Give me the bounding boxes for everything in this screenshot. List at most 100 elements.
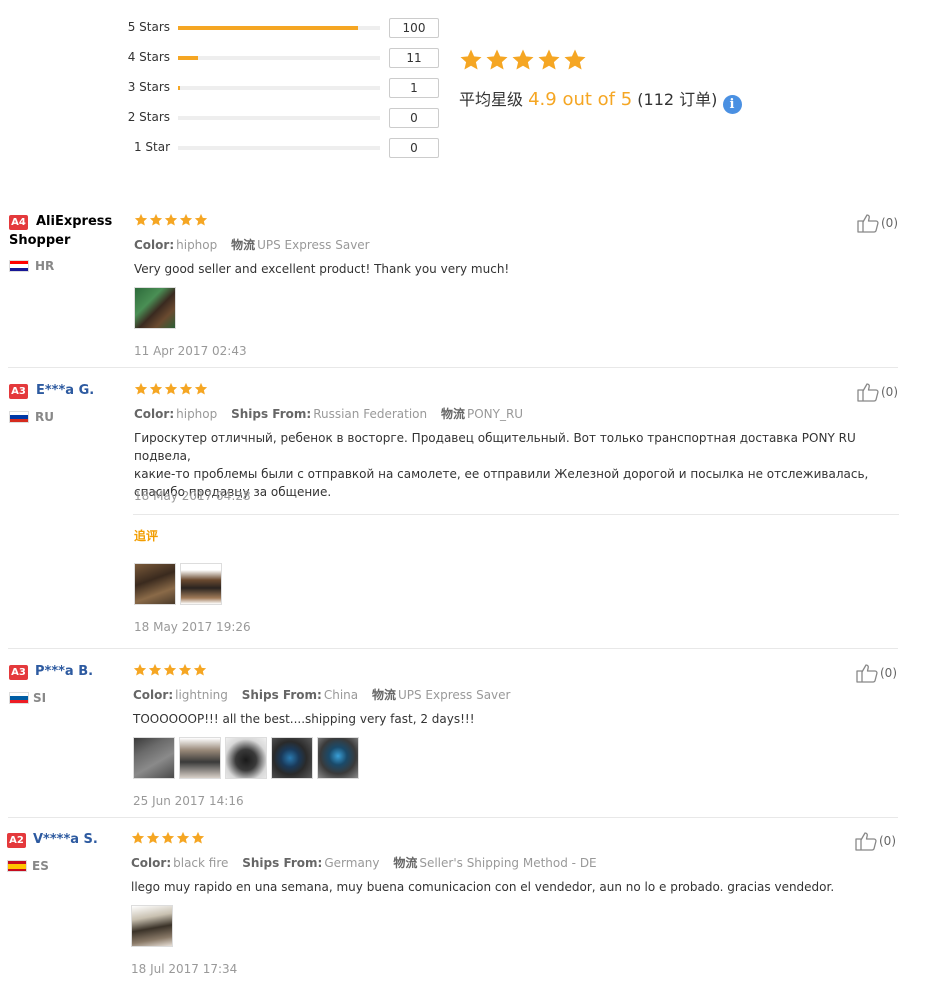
histogram-count[interactable]: 11 bbox=[389, 48, 439, 68]
helpful-count: (0) bbox=[881, 385, 898, 399]
helpful-button[interactable]: (0) bbox=[857, 382, 898, 402]
review-photo[interactable] bbox=[179, 737, 221, 779]
review-stars bbox=[134, 382, 208, 396]
review-photo[interactable] bbox=[225, 737, 267, 779]
buyer-level-badge: A2 bbox=[7, 833, 26, 848]
review-stars bbox=[131, 831, 205, 845]
meta-value: hiphop bbox=[176, 238, 218, 252]
helpful-button[interactable]: (0) bbox=[855, 831, 896, 851]
reviewer-name[interactable]: AliExpress Shopper bbox=[9, 212, 127, 250]
review-photo[interactable] bbox=[317, 737, 359, 779]
meta-value: lightning bbox=[175, 688, 228, 702]
meta-label: Ships From: bbox=[231, 407, 312, 421]
reviewer-name[interactable]: E***a G. bbox=[36, 381, 94, 400]
helpful-count: (0) bbox=[880, 666, 897, 680]
review-meta: Color: hiphop Ships From: Russian Federati… bbox=[134, 405, 523, 422]
star-icon bbox=[149, 382, 163, 396]
histogram-label: 4 Stars bbox=[127, 50, 170, 64]
meta-label: Ships From: bbox=[242, 856, 323, 870]
reviewer-name[interactable]: P***a B. bbox=[35, 662, 93, 681]
star-icon bbox=[148, 663, 162, 677]
histogram-count[interactable]: 100 bbox=[389, 18, 439, 38]
meta-value: UPS Express Saver bbox=[257, 238, 370, 252]
star-icon bbox=[511, 48, 535, 72]
order-count: (112 订单) bbox=[637, 90, 718, 109]
review-stars bbox=[134, 213, 208, 227]
review-date: 25 Jun 2017 14:16 bbox=[133, 794, 244, 808]
histogram-row-1: 1 Star 0 bbox=[0, 138, 450, 158]
meta-value: Seller's Shipping Method - DE bbox=[419, 856, 597, 870]
reviewer-country: SI bbox=[33, 691, 47, 705]
followup-date: 18 May 2017 19:26 bbox=[134, 620, 251, 634]
meta-label: 物流 bbox=[440, 407, 465, 421]
flag-icon-es bbox=[7, 860, 27, 872]
histogram-row-2: 2 Stars 0 bbox=[0, 108, 450, 128]
star-icon bbox=[149, 213, 163, 227]
flag-icon-ru bbox=[9, 411, 29, 423]
star-icon bbox=[179, 382, 193, 396]
review-stars bbox=[133, 663, 207, 677]
star-icon bbox=[485, 48, 509, 72]
average-rating-prefix: 平均星级 bbox=[459, 90, 524, 109]
review-divider bbox=[8, 367, 898, 368]
histogram-label: 2 Stars bbox=[127, 110, 170, 124]
review-photo[interactable] bbox=[133, 737, 175, 779]
histogram-count[interactable]: 0 bbox=[389, 138, 439, 158]
star-icon bbox=[163, 663, 177, 677]
reviewer-country: RU bbox=[35, 410, 54, 424]
star-icon bbox=[563, 48, 587, 72]
reviewer-country: HR bbox=[35, 259, 55, 273]
star-icon bbox=[176, 831, 190, 845]
meta-value: Russian Federation bbox=[313, 407, 428, 421]
helpful-button[interactable]: (0) bbox=[856, 663, 897, 683]
star-icon bbox=[537, 48, 561, 72]
star-icon bbox=[178, 663, 192, 677]
star-icon bbox=[194, 213, 208, 227]
review-photo[interactable] bbox=[134, 287, 176, 329]
thumbs-up-icon bbox=[856, 663, 878, 683]
review-text-line: Гироскутер отличный, ребенок в восторге.… bbox=[134, 431, 856, 463]
star-icon bbox=[191, 831, 205, 845]
average-rating: 平均星级 4.9 out of 5 (112 订单) i bbox=[459, 86, 742, 114]
meta-label: Color: bbox=[133, 688, 174, 702]
review-text: llego muy rapido en una semana, muy buen… bbox=[131, 880, 835, 894]
review-meta: Color: black fire Ships From: Germany 物流 Se… bbox=[131, 854, 597, 871]
flag-icon-hr bbox=[9, 260, 29, 272]
histogram-label: 3 Stars bbox=[127, 80, 170, 94]
meta-label: 物流 bbox=[231, 238, 256, 252]
histogram-label: 1 Star bbox=[133, 140, 170, 154]
histogram-bar bbox=[178, 116, 380, 120]
star-icon bbox=[134, 382, 148, 396]
meta-value: hiphop bbox=[176, 407, 218, 421]
star-icon bbox=[164, 382, 178, 396]
star-icon bbox=[131, 831, 145, 845]
reviewer-name[interactable]: V****a S. bbox=[33, 830, 98, 849]
helpful-count: (0) bbox=[879, 834, 896, 848]
review-photo[interactable] bbox=[180, 563, 222, 605]
review-photo[interactable] bbox=[131, 905, 173, 947]
histogram-label: 5 Stars bbox=[127, 20, 170, 34]
meta-label: 物流 bbox=[393, 856, 418, 870]
info-icon[interactable]: i bbox=[722, 95, 742, 114]
review-date: 18 May 2017 04:28 bbox=[134, 489, 251, 503]
review-photo[interactable] bbox=[271, 737, 313, 779]
buyer-level-badge: A3 bbox=[9, 665, 28, 680]
histogram-count[interactable]: 1 bbox=[389, 78, 439, 98]
histogram-bar bbox=[178, 56, 380, 60]
histogram-row-3: 3 Stars 1 bbox=[0, 78, 450, 98]
star-icon bbox=[459, 48, 483, 72]
helpful-count: (0) bbox=[881, 216, 898, 230]
histogram-count[interactable]: 0 bbox=[389, 108, 439, 128]
star-icon bbox=[146, 831, 160, 845]
review-date: 18 Jul 2017 17:34 bbox=[131, 962, 238, 976]
reviewer-country: ES bbox=[32, 859, 49, 873]
review-date: 11 Apr 2017 02:43 bbox=[134, 344, 247, 358]
flag-icon-si bbox=[9, 692, 29, 704]
thumbs-up-icon bbox=[857, 382, 879, 402]
histogram-bar bbox=[178, 86, 380, 90]
star-icon bbox=[161, 831, 175, 845]
review-divider bbox=[8, 648, 898, 649]
meta-value: PONY_RU bbox=[466, 407, 524, 421]
helpful-button[interactable]: (0) bbox=[857, 213, 898, 233]
review-photo[interactable] bbox=[134, 563, 176, 605]
